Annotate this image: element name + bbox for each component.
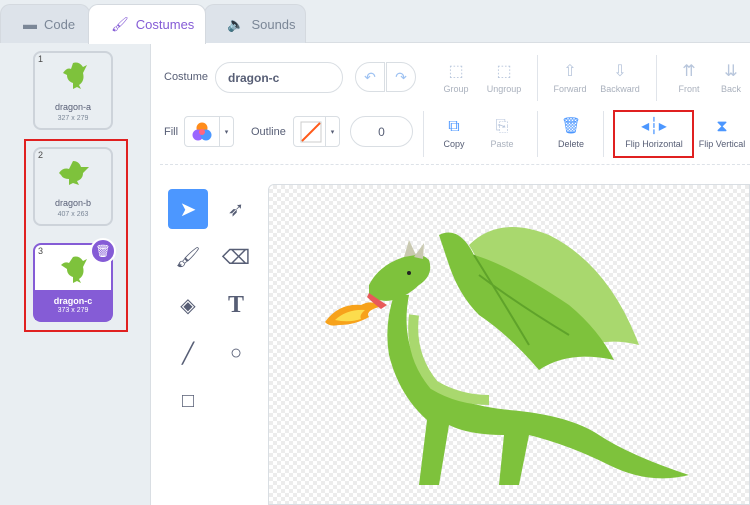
paste-label: Paste (490, 139, 514, 149)
costume-name: dragon-a (54, 102, 92, 112)
tab-sounds[interactable]: 🔈 Sounds (204, 4, 306, 43)
code-icon: ▬ (23, 16, 37, 32)
undo-button[interactable]: ↶ (355, 62, 385, 92)
forward-icon: ⇧ (563, 63, 577, 80)
rectangle-tool[interactable]: □ (168, 381, 208, 421)
no-outline-icon (300, 121, 322, 142)
back-icon: ⇊ (724, 63, 738, 80)
paste-icon: ⎘ (495, 118, 509, 135)
rectangle-icon: □ (181, 389, 195, 412)
eraser-tool[interactable]: ⌫ (216, 237, 256, 277)
redo-icon: ↷ (395, 68, 407, 85)
paint-bucket-icon: ◈ (180, 294, 196, 317)
front-icon: ⇈ (682, 63, 696, 80)
group-button[interactable]: ⬚ Group (430, 60, 482, 94)
highlight-box-flip-horizontal (613, 110, 694, 158)
tab-costumes[interactable]: 🖌 Costumes (88, 4, 206, 44)
fill-tool[interactable]: ◈ (168, 285, 208, 325)
forward-label: Forward (553, 84, 587, 94)
outline-width-value: 0 (378, 124, 385, 139)
fill-label: Fill (164, 126, 179, 138)
circle-icon: ○ (229, 341, 243, 364)
divider (423, 111, 424, 157)
front-label: Front (678, 84, 700, 94)
fill-color-swatch-icon (192, 122, 212, 140)
highlight-box-costumes (24, 139, 128, 332)
outline-label: Outline (251, 126, 286, 138)
copy-label: Copy (443, 139, 465, 149)
reshape-tool[interactable]: ➶ (216, 189, 256, 229)
editor-tabs-bar: ▬ Code 🖌 Costumes 🔈 Sounds (0, 0, 750, 44)
costume-name-value: dragon-c (228, 70, 280, 85)
backward-icon: ⇩ (613, 63, 627, 80)
redo-button[interactable]: ↷ (386, 62, 416, 92)
back-label: Back (720, 84, 741, 94)
copy-icon: ⧉ (448, 118, 460, 135)
backward-button[interactable]: ⇩ Backward (594, 60, 646, 94)
divider (603, 111, 604, 157)
paintbrush-icon: 🖌 (111, 16, 129, 32)
costume-number: 1 (38, 54, 44, 64)
group-icon: ⬚ (448, 63, 464, 80)
select-tool[interactable]: ➤ (168, 189, 208, 229)
undo-icon: ↶ (364, 68, 376, 85)
divider (537, 55, 538, 101)
brush-icon: 🖌 (175, 246, 201, 269)
text-icon: T (227, 291, 244, 318)
brush-tool[interactable]: 🖌 (168, 237, 208, 277)
costume-size: 327 x 279 (57, 115, 89, 122)
circle-tool[interactable]: ○ (216, 333, 256, 373)
tab-code[interactable]: ▬ Code (0, 4, 90, 43)
trash-icon: 🗑 (560, 118, 582, 135)
paste-button[interactable]: ⎘ Paste (476, 115, 528, 149)
divider (656, 55, 657, 101)
costume-item-dragon-a[interactable]: 1 dragon-a 327 x 279 (33, 51, 113, 130)
dragon-costume-image (325, 227, 689, 485)
ungroup-button[interactable]: ⬚ Ungroup (478, 60, 530, 94)
arrow-pointer-icon: ➤ (179, 198, 197, 221)
delete-label: Delete (557, 139, 584, 149)
back-button[interactable]: ⇊ Back (712, 60, 750, 94)
text-tool[interactable]: T (216, 285, 256, 325)
ungroup-icon: ⬚ (496, 63, 512, 80)
costume-name-input[interactable]: dragon-c (215, 62, 343, 93)
copy-button[interactable]: ⧉ Copy (428, 115, 480, 149)
ungroup-label: Ungroup (486, 84, 522, 94)
outline-color-picker[interactable]: ▾ (293, 116, 340, 147)
flip-vertical-icon: ⧗ (716, 118, 728, 135)
tab-code-label: Code (44, 16, 76, 32)
flip-vertical-label: Flip Vertical (698, 139, 746, 149)
fill-color-picker[interactable]: ▾ (184, 116, 234, 147)
outline-width-input[interactable]: 0 (350, 116, 413, 147)
flip-vertical-button[interactable]: ⧗ Flip Vertical (694, 115, 750, 149)
delete-button[interactable]: 🗑 Delete (545, 115, 597, 149)
backward-label: Backward (600, 84, 640, 94)
line-icon: ╱ (181, 342, 195, 365)
group-label: Group (443, 84, 469, 94)
dragon-thumbnail-icon (63, 62, 87, 89)
line-tool[interactable]: ╱ (168, 333, 208, 373)
forward-button[interactable]: ⇧ Forward (544, 60, 596, 94)
paint-canvas[interactable] (268, 184, 750, 505)
toolbar-divider (160, 164, 750, 165)
reshape-icon: ➶ (227, 198, 245, 221)
front-button[interactable]: ⇈ Front (663, 60, 715, 94)
chevron-down-icon: ▾ (219, 117, 233, 146)
tab-sounds-label: Sounds (251, 16, 296, 32)
divider (537, 111, 538, 157)
eraser-icon: ⌫ (221, 246, 251, 269)
chevron-down-icon: ▾ (325, 117, 339, 146)
speaker-icon: 🔈 (227, 15, 245, 32)
costume-label: Costume (164, 71, 209, 83)
tab-costumes-label: Costumes (135, 17, 195, 32)
